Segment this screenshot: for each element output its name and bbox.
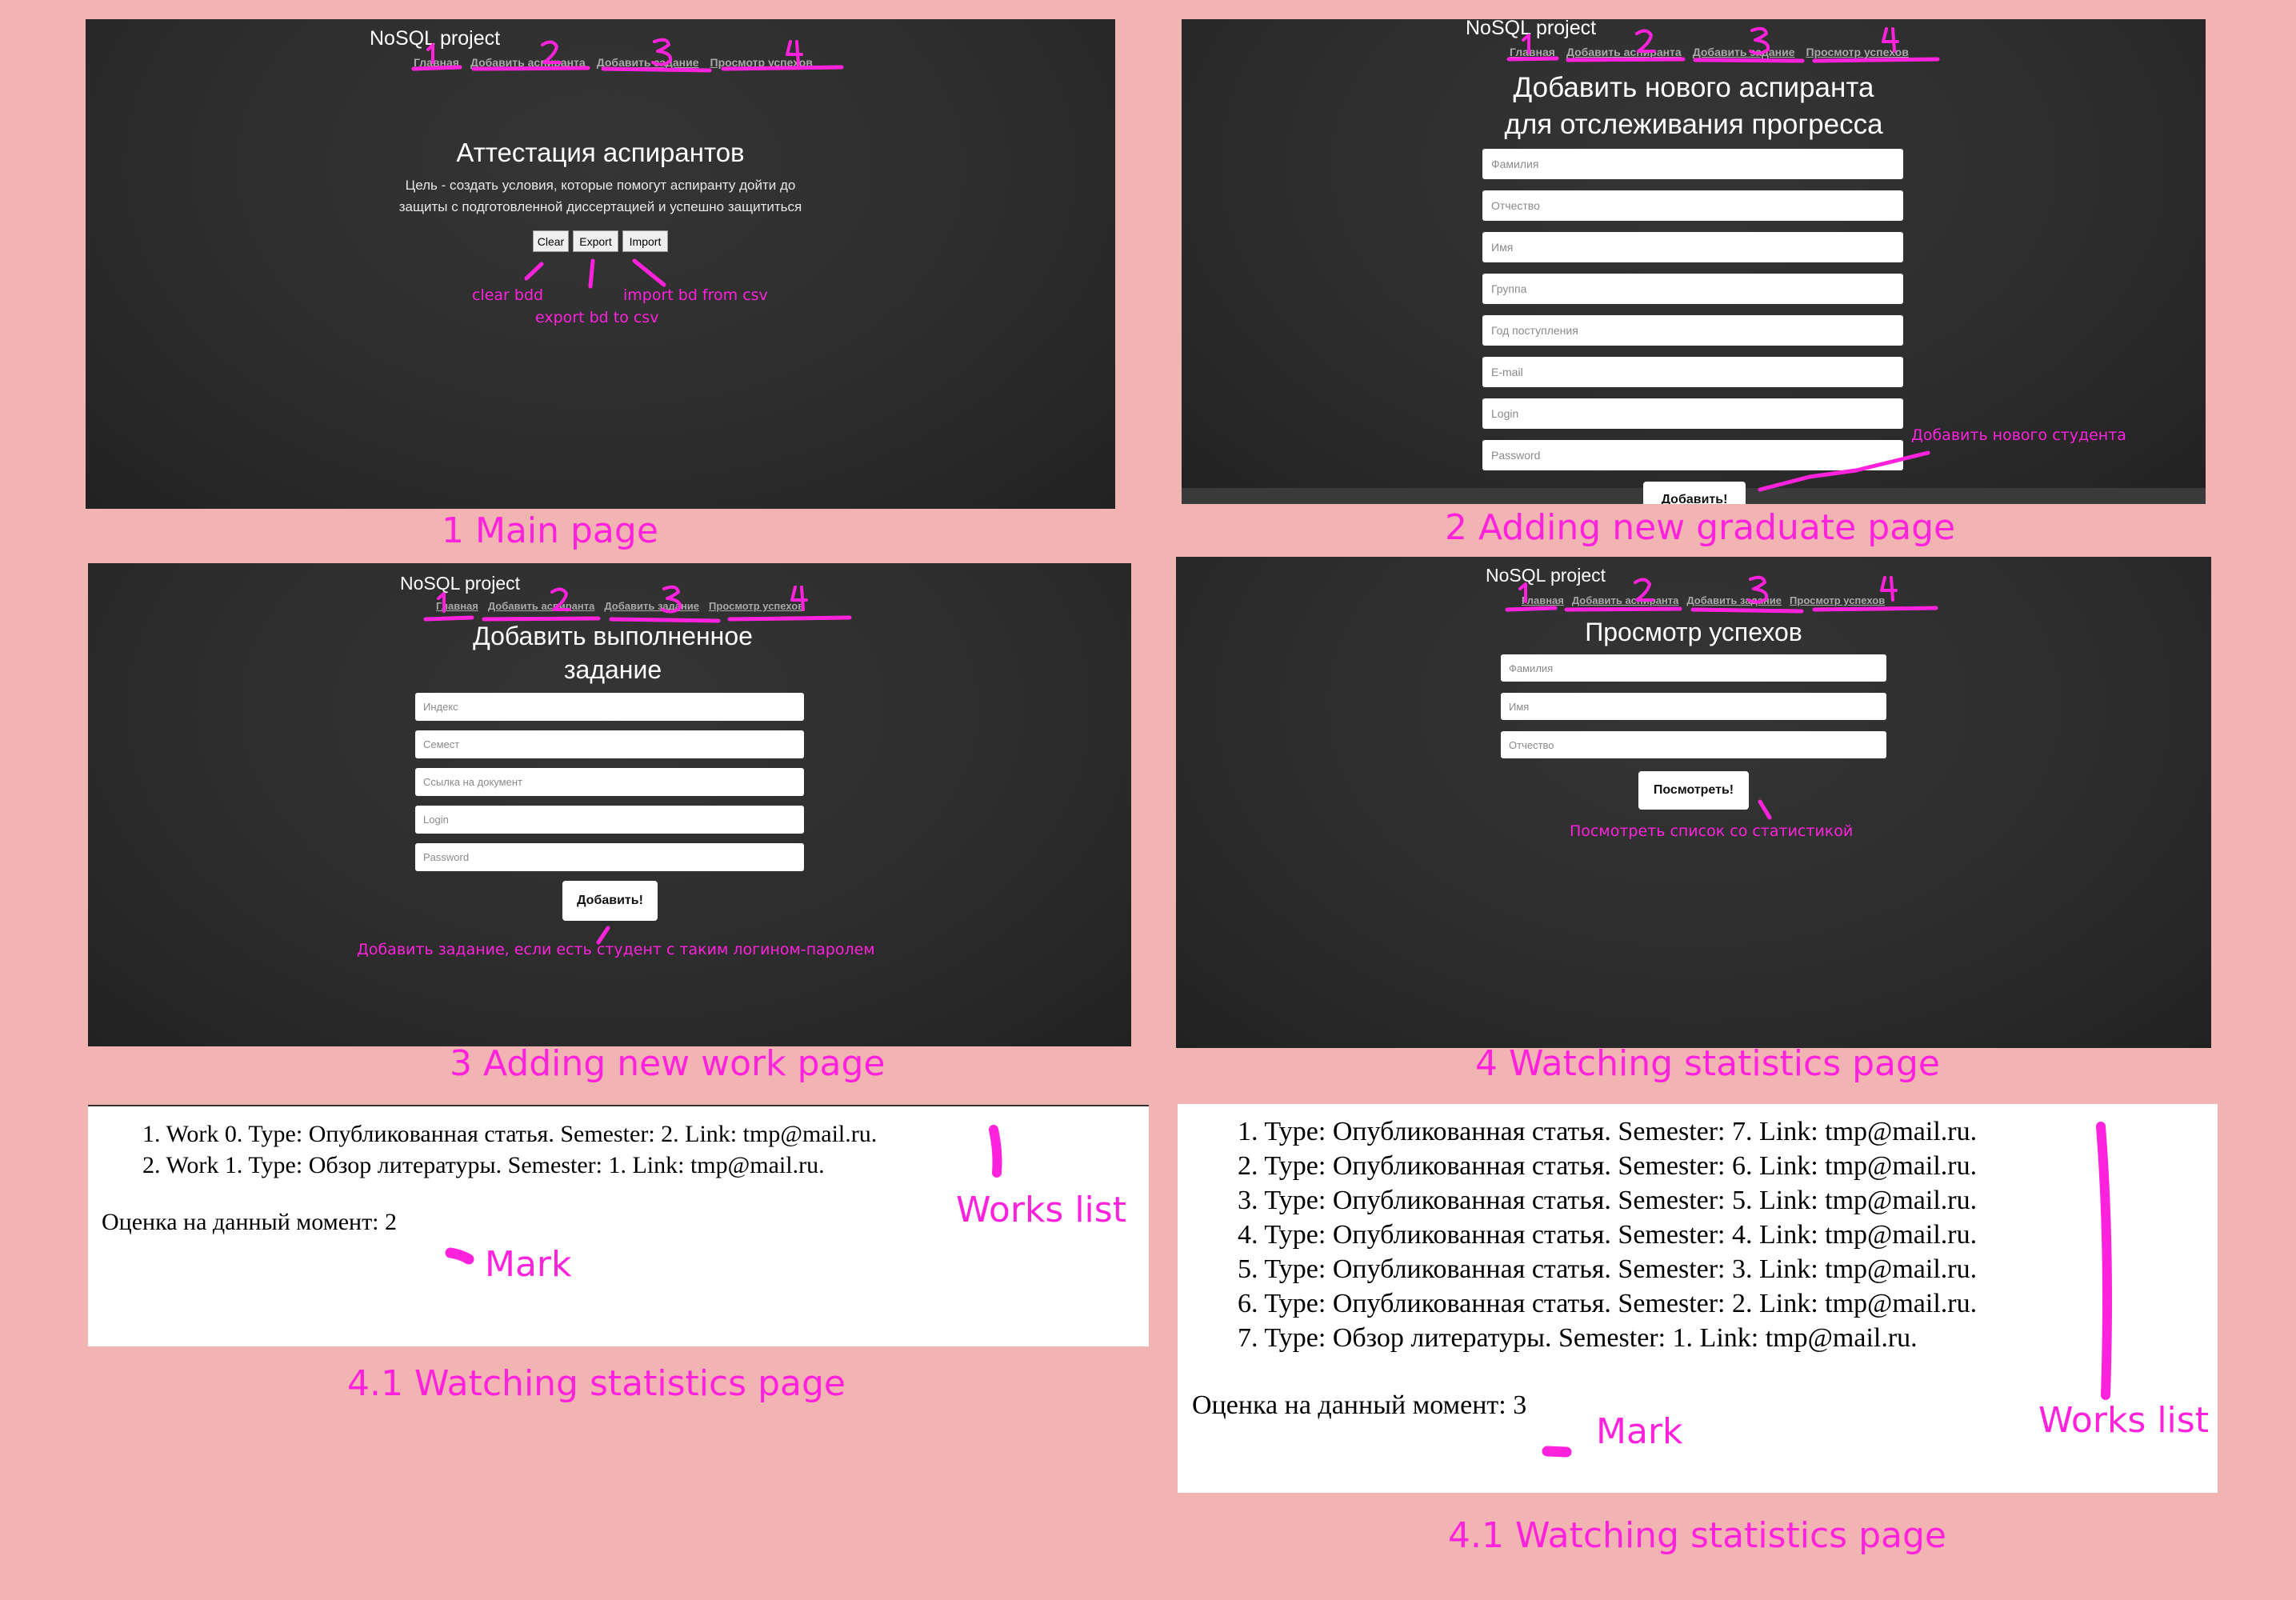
patronymic-field[interactable]: Отчество (1501, 731, 1886, 758)
work-list-item: 2. Work 1. Type: Обзор литературы. Semes… (142, 1152, 825, 1178)
page-title-line-2: задание (563, 655, 662, 684)
screenshot-work-page: NoSQL project Главная Добавить аспиранта… (88, 563, 1131, 1046)
nav-bar: Главная Добавить аспиранта Добавить зада… (414, 56, 813, 69)
import-button[interactable]: Import (622, 230, 668, 252)
nav-bar: Главная Добавить аспиранта Добавить зада… (1510, 46, 1909, 58)
firstname-field[interactable]: Имя (1501, 693, 1886, 720)
work-list-item: 7. Type: Обзор литературы. Semester: 1. … (1238, 1323, 1918, 1353)
caption-graduate-page: 2 Adding new graduate page (1445, 507, 1956, 548)
annotation-import: import bd from csv (623, 286, 768, 304)
screenshot-result-b: 1. Type: Опубликованная статья. Semester… (1178, 1104, 2218, 1493)
label-works-list: Works list (2038, 1400, 2209, 1441)
nav-statistics[interactable]: Просмотр успехов (1790, 594, 1885, 606)
work-list-item: 2. Type: Опубликованная статья. Semester… (1238, 1151, 1978, 1181)
label-works-list: Works list (956, 1190, 1126, 1230)
nav-home[interactable]: Главная (1522, 594, 1564, 606)
password-field[interactable]: Password (1482, 440, 1903, 470)
annotation-clear: clear bdd (472, 286, 544, 304)
document-link-field[interactable]: Ссылка на документ (415, 768, 804, 796)
brand[interactable]: NoSQL project (400, 573, 520, 594)
screenshot-graduate-page: NoSQL project Главная Добавить аспиранта… (1182, 19, 2206, 504)
clear-button[interactable]: Clear (533, 230, 569, 252)
nav-home[interactable]: Главная (1510, 46, 1555, 58)
brand[interactable]: NoSQL project (370, 27, 500, 50)
page-title-line-1: Добавить нового аспиранта (1513, 72, 1874, 103)
label-mark: Mark (485, 1244, 572, 1285)
add-graduate-button[interactable]: Добавить! (1643, 482, 1746, 504)
work-list-item: 1. Work 0. Type: Опубликованная статья. … (142, 1121, 878, 1147)
firstname-field[interactable]: Имя (1482, 232, 1903, 262)
screenshot-result-a: 1. Work 0. Type: Опубликованная статья. … (88, 1105, 1149, 1346)
patronymic-field[interactable]: Отчество (1482, 190, 1903, 221)
password-field[interactable]: Password (415, 843, 804, 871)
nav-home[interactable]: Главная (414, 56, 459, 69)
nav-statistics[interactable]: Просмотр успехов (710, 56, 813, 69)
nav-bar: Главная Добавить аспиранта Добавить зада… (436, 600, 804, 612)
caption-result-b: 4.1 Watching statistics page (1448, 1515, 1946, 1556)
login-field[interactable]: Login (415, 806, 804, 834)
brand[interactable]: NoSQL project (1486, 565, 1606, 586)
export-button[interactable]: Export (573, 230, 618, 252)
page-description-line-2: защиты с подготовленной диссертацией и у… (398, 199, 802, 214)
caption-stats-page: 4 Watching statistics page (1475, 1043, 1941, 1084)
nav-home[interactable]: Главная (436, 600, 478, 612)
annotation-add-work: Добавить задание, если есть студент с та… (357, 941, 875, 958)
view-statistics-button[interactable]: Посмотреть! (1638, 771, 1749, 810)
add-work-button[interactable]: Добавить! (562, 881, 658, 921)
index-field[interactable]: Индекс (415, 693, 804, 721)
lastname-field[interactable]: Фамилия (1501, 654, 1886, 682)
page-title-line-1: Добавить выполненное (473, 622, 753, 650)
caption-result-a: 4.1 Watching statistics page (347, 1363, 846, 1404)
screenshot-stats-page: NoSQL project Главная Добавить аспиранта… (1176, 557, 2211, 1048)
page-title: Просмотр успехов (1585, 618, 1802, 646)
nav-add-graduate[interactable]: Добавить аспиранта (470, 56, 586, 69)
nav-statistics[interactable]: Просмотр успехов (1806, 46, 1909, 58)
lastname-field[interactable]: Фамилия (1482, 149, 1903, 179)
nav-add-graduate[interactable]: Добавить аспиранта (1572, 594, 1679, 606)
email-field[interactable]: E-mail (1482, 357, 1903, 387)
semester-field[interactable]: Семест (415, 730, 804, 758)
annotation-add-student: Добавить нового студента (1911, 426, 2126, 444)
nav-bar: Главная Добавить аспиранта Добавить зада… (1522, 594, 1885, 606)
caption-work-page: 3 Adding new work page (450, 1043, 886, 1084)
nav-statistics[interactable]: Просмотр успехов (709, 600, 804, 612)
admission-year-field[interactable]: Год поступления (1482, 315, 1903, 346)
work-list-item: 1. Type: Опубликованная статья. Semester… (1238, 1117, 1978, 1146)
caption-main-page: 1 Main page (442, 510, 658, 551)
page-description-line-1: Цель - создать условия, которые помогут … (405, 178, 796, 193)
nav-add-work[interactable]: Добавить задание (1686, 594, 1782, 606)
screenshot-main-page: NoSQL project Главная Добавить аспиранта… (86, 19, 1115, 509)
nav-add-work[interactable]: Добавить задание (1693, 46, 1795, 58)
login-field[interactable]: Login (1482, 398, 1903, 429)
current-mark: Оценка на данный момент: 2 (102, 1209, 398, 1235)
label-mark: Mark (1596, 1411, 1683, 1452)
work-list-item: 4. Type: Опубликованная статья. Semester… (1238, 1220, 1978, 1250)
nav-add-work[interactable]: Добавить задание (597, 56, 699, 69)
page-title: Аттестация аспирантов (456, 138, 745, 167)
nav-add-graduate[interactable]: Добавить аспиранта (1566, 46, 1682, 58)
annotation-view-statistics: Посмотреть список со статистикой (1570, 822, 1854, 840)
group-field[interactable]: Группа (1482, 274, 1903, 304)
work-list-item: 3. Type: Опубликованная статья. Semester… (1238, 1186, 1978, 1215)
nav-add-graduate[interactable]: Добавить аспиранта (488, 600, 595, 612)
work-list-item: 6. Type: Опубликованная статья. Semester… (1238, 1289, 1978, 1318)
annotation-export: export bd to csv (535, 309, 659, 326)
nav-add-work[interactable]: Добавить задание (604, 600, 699, 612)
work-list-item: 5. Type: Опубликованная статья. Semester… (1238, 1254, 1978, 1284)
page-title-line-2: для отслеживания прогресса (1504, 109, 1883, 140)
brand[interactable]: NoSQL project (1466, 19, 1596, 40)
current-mark: Оценка на данный момент: 3 (1192, 1390, 1527, 1420)
